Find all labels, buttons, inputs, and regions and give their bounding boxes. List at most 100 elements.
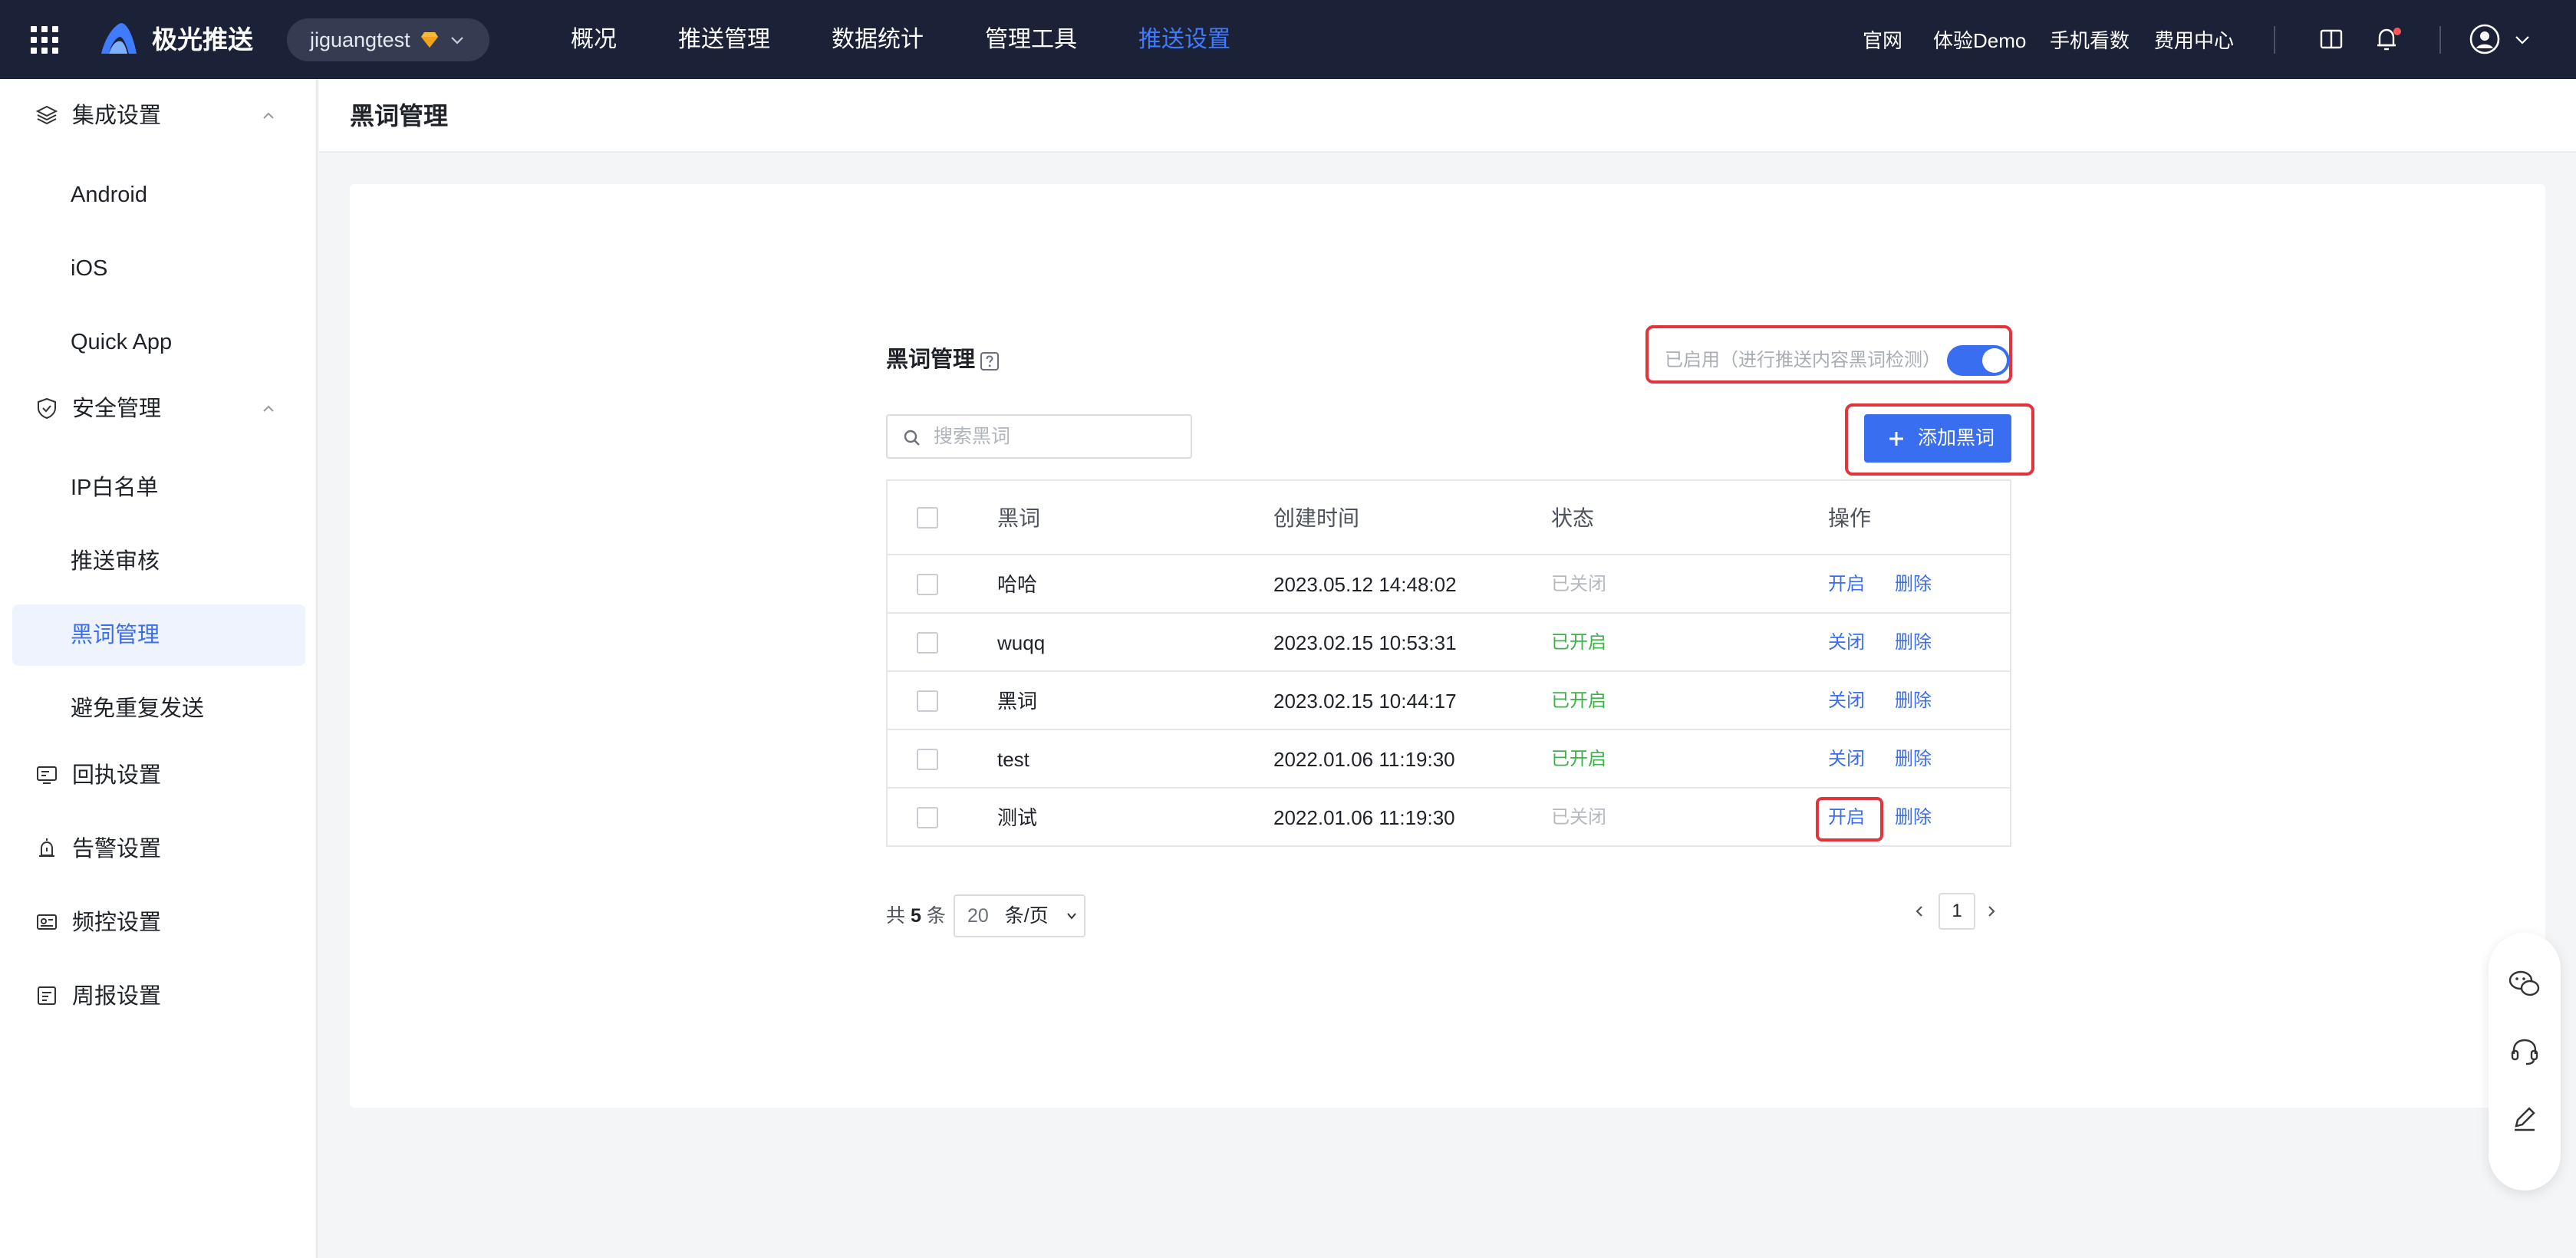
table-row: wuqq 2023.02.15 10:53:31 已开启 关闭 删除 xyxy=(888,614,2010,672)
disable-action-link[interactable]: 关闭 xyxy=(1828,614,1865,672)
nav-push-settings[interactable]: 推送设置 xyxy=(1138,0,1230,79)
brand-name: 极光推送 xyxy=(152,25,253,54)
cell-word: 哈哈 xyxy=(997,573,1038,596)
nav-data-statistics[interactable]: 数据统计 xyxy=(832,0,924,79)
column-header-actions: 操作 xyxy=(1828,506,1872,530)
page-size-unit: 条/页 xyxy=(1004,905,1049,927)
app-name: jiguangtest xyxy=(310,28,410,51)
delete-action-link[interactable]: 删除 xyxy=(1895,672,1932,730)
sidebar-group-security[interactable]: 安全管理 xyxy=(0,372,318,446)
sidebar-item-ip-whitelist[interactable]: IP白名单 xyxy=(12,457,305,519)
blackword-detection-toggle[interactable] xyxy=(1947,345,2010,376)
cell-word: wuqq xyxy=(997,631,1046,654)
alarm-icon xyxy=(39,838,54,857)
sidebar-item-android[interactable]: Android xyxy=(12,164,305,226)
notification-dot xyxy=(2393,28,2401,35)
docs-book-icon[interactable] xyxy=(2317,25,2346,54)
toggle-knob xyxy=(1982,348,2007,373)
add-blackword-label: 添加黑词 xyxy=(1918,427,1995,449)
vip-gem-icon xyxy=(421,32,439,48)
page-number-1[interactable]: 1 xyxy=(1939,893,1975,930)
enable-action-link[interactable]: 开启 xyxy=(1828,789,1865,847)
help-question-icon[interactable] xyxy=(980,351,1000,371)
select-all-checkbox[interactable] xyxy=(917,507,938,529)
column-header-status: 状态 xyxy=(1551,506,1595,530)
sidebar-group-integration[interactable]: 集成设置 xyxy=(0,79,318,153)
sidebar-group-label: 安全管理 xyxy=(72,397,162,421)
apps-grid-icon[interactable] xyxy=(31,26,58,54)
receipt-monitor-icon xyxy=(37,766,57,784)
sidebar-item-blackword-management[interactable]: 黑词管理 xyxy=(12,604,305,666)
link-official-site[interactable]: 官网 xyxy=(1863,0,1902,81)
pagination-total: 共 5 条 xyxy=(886,905,946,927)
app-selector[interactable]: jiguangtest xyxy=(287,18,489,61)
row-checkbox[interactable] xyxy=(917,807,938,828)
nav-divider xyxy=(2274,26,2275,54)
link-demo[interactable]: 体验Demo xyxy=(1933,0,2026,81)
search-box xyxy=(886,414,1192,459)
chevron-down-icon[interactable] xyxy=(2513,31,2532,49)
delete-action-link[interactable]: 删除 xyxy=(1895,730,1932,789)
sidebar-item-push-review[interactable]: 推送审核 xyxy=(12,531,305,592)
cell-created-time: 2023.05.12 14:48:02 xyxy=(1273,573,1457,596)
aurora-logo-icon xyxy=(101,23,137,54)
link-mobile-dashboard[interactable]: 手机看数 xyxy=(2050,0,2130,81)
user-avatar-icon[interactable] xyxy=(2469,23,2501,55)
sidebar-item-quick-app[interactable]: Quick App xyxy=(12,311,305,373)
sidebar-group-alarm[interactable]: 告警设置 xyxy=(0,812,318,886)
search-icon xyxy=(904,430,920,446)
delete-action-link[interactable]: 删除 xyxy=(1895,555,1932,614)
disable-action-link[interactable]: 关闭 xyxy=(1828,730,1865,789)
sidebar-group-label: 集成设置 xyxy=(72,104,162,128)
chevron-up-icon xyxy=(263,405,274,412)
link-billing-center[interactable]: 费用中心 xyxy=(2154,0,2234,81)
column-header-created: 创建时间 xyxy=(1273,506,1360,530)
row-checkbox[interactable] xyxy=(917,574,938,595)
sidebar-item-ios[interactable]: iOS xyxy=(12,238,305,299)
add-blackword-button[interactable]: 添加黑词 xyxy=(1864,414,2011,463)
report-icon xyxy=(38,986,56,1005)
nav-push-management[interactable]: 推送管理 xyxy=(678,0,770,79)
section-title: 黑词管理 xyxy=(886,347,976,372)
nav-management-tools[interactable]: 管理工具 xyxy=(985,0,1077,79)
cell-word: 测试 xyxy=(997,806,1038,829)
chevron-right-icon[interactable] xyxy=(1984,902,1999,920)
chevron-left-icon[interactable] xyxy=(1912,902,1927,920)
column-header-word: 黑词 xyxy=(997,506,1041,530)
row-checkbox[interactable] xyxy=(917,632,938,654)
table-row: 黑词 2023.02.15 10:44:17 已开启 关闭 删除 xyxy=(888,672,2010,730)
plus-icon xyxy=(1889,432,1903,446)
row-checkbox[interactable] xyxy=(917,690,938,712)
page-header: 黑词管理 xyxy=(319,79,2576,153)
main-nav: 概况 推送管理 数据统计 管理工具 推送设置 xyxy=(571,0,1292,79)
sidebar-group-rate-control[interactable]: 频控设置 xyxy=(0,886,318,960)
sidebar-group-receipt[interactable]: 回执设置 xyxy=(0,739,318,812)
enable-action-link[interactable]: 开启 xyxy=(1828,555,1865,614)
page-size-select[interactable]: 20 条/页 xyxy=(954,894,1085,937)
customer-service-headset-icon[interactable] xyxy=(2507,1034,2542,1069)
sidebar-group-label: 频控设置 xyxy=(72,911,162,935)
row-checkbox[interactable] xyxy=(917,749,938,770)
cell-word: 黑词 xyxy=(997,690,1038,713)
nav-overview[interactable]: 概况 xyxy=(571,0,617,79)
cell-status: 已开启 xyxy=(1551,690,1606,711)
search-input[interactable] xyxy=(934,420,1179,453)
wechat-chat-icon[interactable] xyxy=(2507,967,2542,1002)
cell-status: 已关闭 xyxy=(1551,807,1606,828)
page-size-value: 20 xyxy=(967,905,989,927)
disable-action-link[interactable]: 关闭 xyxy=(1828,672,1865,730)
sidebar-group-label: 回执设置 xyxy=(72,763,162,788)
table-row: test 2022.01.06 11:19:30 已开启 关闭 删除 xyxy=(888,730,2010,789)
layers-icon xyxy=(35,105,58,125)
delete-action-link[interactable]: 删除 xyxy=(1895,789,1932,847)
edit-feedback-icon[interactable] xyxy=(2507,1102,2542,1137)
table-header: 黑词 创建时间 状态 操作 xyxy=(888,481,2010,555)
cell-word: test xyxy=(997,748,1029,771)
cell-status: 已开启 xyxy=(1551,749,1606,769)
sidebar-item-avoid-duplicate[interactable]: 避免重复发送 xyxy=(12,678,305,739)
delete-action-link[interactable]: 删除 xyxy=(1895,614,1932,672)
table-row: 测试 2022.01.06 11:19:30 已关闭 开启 删除 xyxy=(888,789,2010,847)
sidebar: 集成设置 Android iOS Quick App 安全管理 IP白名单 推送… xyxy=(0,79,318,1258)
sidebar-group-weekly-report[interactable]: 周报设置 xyxy=(0,960,318,1033)
cell-created-time: 2022.01.06 11:19:30 xyxy=(1273,748,1455,771)
